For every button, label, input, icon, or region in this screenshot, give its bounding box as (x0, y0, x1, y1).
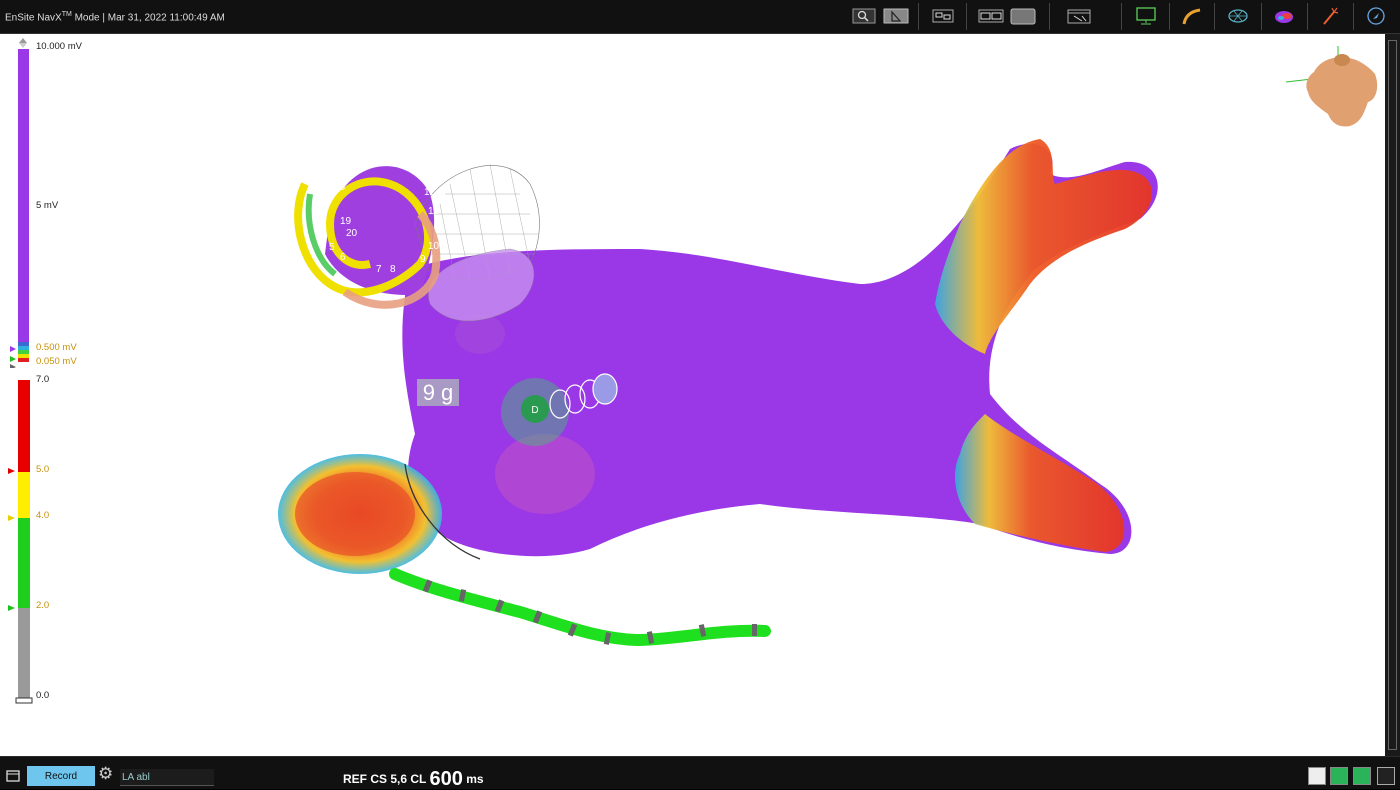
ring-electrode-label: 11 (428, 206, 439, 217)
signal-icon[interactable] (1353, 767, 1371, 785)
top-bar: EnSite NavXTM Mode | Mar 31, 2022 11:00:… (0, 0, 1400, 34)
color-map-icon[interactable] (1272, 6, 1296, 26)
cs-electrode-label: 8 (647, 595, 653, 606)
window-settings-icon[interactable] (1066, 6, 1092, 26)
compass-icon[interactable] (1364, 6, 1388, 26)
catheter-icon[interactable] (1180, 6, 1204, 26)
dual-view-icon[interactable] (978, 6, 1004, 26)
status-bar: Record ⚙ REF CS 5,6 CL 600 ms (0, 756, 1400, 790)
force-scale-bar (8, 380, 33, 704)
timestamp: Mar 31, 2022 11:00:49 AM (107, 12, 225, 24)
gear-icon[interactable]: ⚙ (98, 764, 116, 784)
cs-electrode-label: 3 (461, 556, 467, 567)
cs-electrode-label: 10 (754, 588, 766, 599)
layout-icon[interactable] (931, 6, 955, 26)
cs-electrode-label: 4 (497, 564, 503, 575)
ring-electrode-label: 6 (340, 252, 346, 263)
ring-electrode-label: 5 (329, 242, 335, 253)
map-shell-icon[interactable] (1226, 6, 1250, 26)
cs-electrode-label: 5 (534, 577, 540, 588)
ring-electrode-label: 16 (354, 151, 366, 162)
ring-electrode-label: 7 (376, 264, 382, 275)
ring-electrode-label: 18 (334, 182, 346, 193)
ring-electrode-label: 9 (420, 254, 426, 265)
cs-electrode-label: 2 (428, 548, 434, 559)
ring-electrode-label: 10 (428, 241, 440, 252)
zoom-icon[interactable] (852, 6, 876, 26)
ring-electrode-label: 20 (346, 228, 358, 239)
orientation-torso-icon[interactable] (1280, 42, 1384, 132)
record-button[interactable]: Record (27, 766, 95, 786)
ring-electrode-label: 12 (424, 187, 436, 198)
svg-text:D: D (531, 405, 538, 416)
lower-threshold-marker[interactable] (10, 364, 16, 368)
map-viewport[interactable]: D 2 3 4 5 6 7 8 9 10 1 2 4 5 6 7 8 9 10 11 12 16 17 18 19 20 9 … (0, 34, 1385, 756)
window-icon[interactable] (6, 770, 20, 782)
ring-electrode-label: 2 (301, 154, 307, 165)
cs-catheter (389, 568, 771, 647)
ring-electrode-label: 19 (340, 216, 352, 227)
single-view-icon[interactable] (1010, 6, 1036, 26)
upper-threshold-marker[interactable] (10, 346, 16, 352)
cs-electrode-label: 9 (697, 588, 703, 599)
ablation-icon[interactable] (1318, 6, 1342, 26)
viewport-scrollbar[interactable] (1385, 34, 1400, 756)
cs-electrode-label: 6 (568, 589, 574, 600)
study-name-field[interactable] (120, 769, 214, 786)
ring-electrode-label: 17 (366, 144, 378, 155)
voltage-scale-bar (10, 38, 29, 368)
ring-electrode-label: 8 (390, 264, 396, 275)
headset-icon[interactable] (1377, 767, 1395, 785)
ruler-icon[interactable] (883, 6, 909, 26)
monitor-icon[interactable] (1134, 6, 1158, 26)
geometry-canvas[interactable]: D (0, 34, 1385, 756)
ring-electrode-label: 4 (314, 209, 320, 220)
monitor-status-icon[interactable] (1330, 767, 1348, 785)
chat-icon[interactable] (1308, 767, 1326, 785)
contact-force-readout: 9 g (417, 379, 459, 406)
window-title: EnSite NavXTM Mode | Mar 31, 2022 11:00:… (5, 11, 225, 24)
reference-cycle-length: REF CS 5,6 CL 600 ms (343, 768, 484, 790)
cs-electrode-label: 7 (604, 598, 610, 609)
